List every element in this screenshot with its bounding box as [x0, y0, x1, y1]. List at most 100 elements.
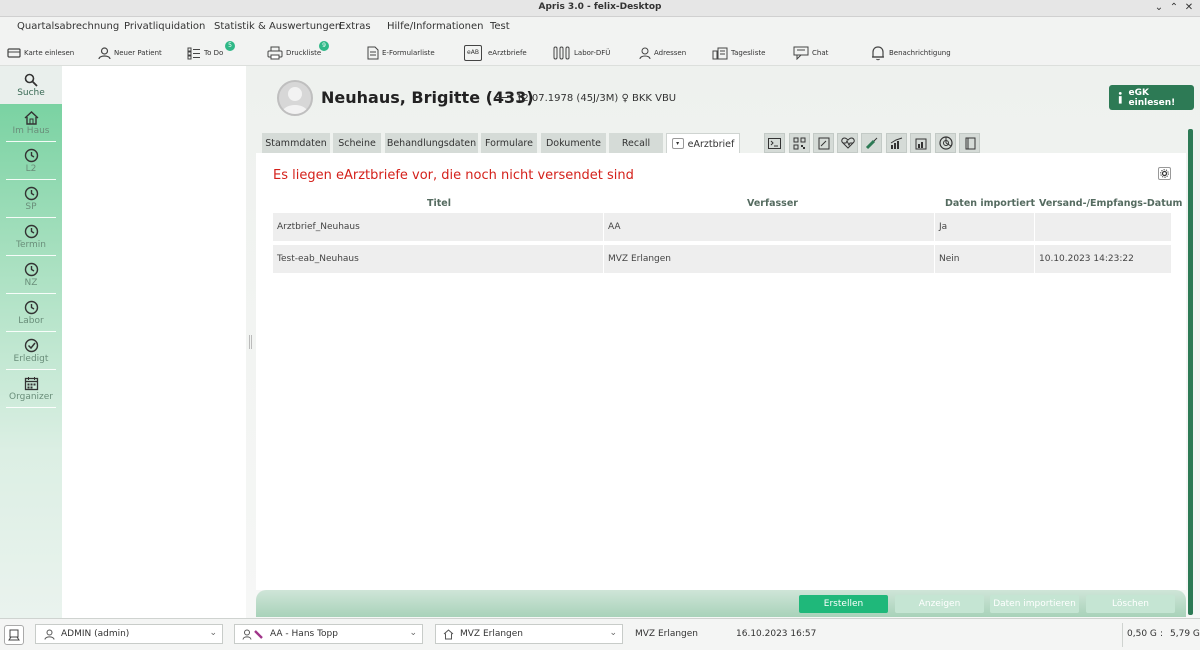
column-header-verfasser[interactable]: Verfasser — [747, 198, 798, 209]
patient-info: 12.07.1978 (45J/3M) ♀ BKK VBU — [516, 93, 677, 104]
card-reader-icon — [7, 48, 21, 58]
table-row[interactable]: Test-eab_Neuhaus MVZ Erlangen Nein 10.10… — [273, 245, 1171, 273]
pie-chart-icon[interactable] — [935, 133, 956, 153]
patient-separator: — — [496, 90, 509, 105]
nav-label: Im Haus — [12, 126, 50, 136]
nav-nz[interactable]: NZ — [0, 256, 62, 294]
tab-behandlungsdaten[interactable]: Behandlungsdaten — [385, 133, 478, 154]
nav-suche[interactable]: Suche — [0, 66, 62, 104]
window-titlebar: Apris 3.0 - felix-Desktop ⌄ ⌃ ✕ — [0, 0, 1200, 17]
clock-icon — [24, 300, 38, 315]
clock-icon — [24, 186, 38, 201]
search-results-panel — [62, 66, 246, 618]
tab-earztbrief[interactable]: ▾ eArztbrief — [666, 133, 740, 155]
doctor-icon — [242, 629, 263, 640]
minimize-icon[interactable]: ⌄ — [1152, 1, 1166, 15]
notebook-icon[interactable] — [959, 133, 980, 153]
menu-test[interactable]: Test — [490, 21, 510, 32]
toolbar-neuer-patient[interactable]: Neuer Patient — [98, 42, 162, 64]
cell-titel: Test-eab_Neuhaus — [273, 245, 603, 273]
current-datetime: 16.10.2023 16:57 — [736, 629, 817, 639]
card-info-icon — [1118, 91, 1122, 104]
memory-total: 5,79 G — [1170, 629, 1200, 639]
toolbar-label: Labor-DFÜ — [574, 49, 611, 57]
maximize-icon[interactable]: ⌃ — [1167, 1, 1181, 15]
tab-stammdaten[interactable]: Stammdaten — [262, 133, 330, 154]
printer-icon — [267, 46, 283, 60]
clipboard-chart-icon[interactable] — [910, 133, 931, 153]
egk-einlesen-button[interactable]: eGK einlesen! — [1109, 85, 1194, 110]
toolbar-e-formularliste[interactable]: E-Formularliste — [367, 42, 435, 64]
toolbar-label: Chat — [812, 49, 829, 57]
location-select[interactable]: MVZ Erlangen ⌄ — [435, 624, 623, 644]
todo-count-badge: 5 — [225, 41, 235, 51]
workstation-icon[interactable] — [4, 625, 24, 645]
menu-statistik[interactable]: Statistik & Auswertungen — [214, 21, 341, 32]
toolbar-karte-einlesen[interactable]: Karte einlesen — [7, 42, 74, 64]
syringe-icon[interactable] — [861, 133, 882, 153]
house-icon — [24, 111, 38, 125]
clock-icon — [24, 224, 38, 239]
toolbar-todo[interactable]: To Do 5 — [187, 41, 235, 64]
daten-importieren-button[interactable]: Daten importieren — [990, 595, 1079, 613]
toolbar-label: Druckliste — [286, 49, 322, 57]
nav-termin[interactable]: Termin — [0, 218, 62, 256]
todo-list-icon — [187, 47, 200, 59]
tab-label: eArztbrief — [687, 139, 735, 150]
menu-privatliquidation[interactable]: Privatliquidation — [124, 21, 205, 32]
bell-icon — [872, 46, 884, 61]
toolbar-chat[interactable]: Chat — [793, 42, 828, 64]
nav-label: Termin — [15, 240, 47, 250]
check-circle-icon — [24, 338, 38, 353]
loeschen-button[interactable]: Löschen — [1086, 595, 1175, 613]
user-select[interactable]: ADMIN (admin) ⌄ — [35, 624, 223, 644]
memory-used: 0,50 G — [1127, 629, 1157, 639]
heart-pulse-icon[interactable] — [837, 133, 858, 153]
document-edit-icon[interactable] — [813, 133, 834, 153]
gear-icon[interactable] — [1158, 167, 1171, 180]
terminal-icon[interactable] — [764, 133, 785, 153]
doctor-value: AA - Hans Topp — [270, 629, 338, 639]
search-icon — [24, 73, 38, 87]
menu-hilfe[interactable]: Hilfe/Informationen — [387, 21, 484, 32]
column-header-daten-importiert[interactable]: Daten importiert — [945, 198, 1035, 209]
nav-sp[interactable]: SP — [0, 180, 62, 218]
chart-growth-icon[interactable] — [886, 133, 907, 153]
qr-code-icon[interactable] — [789, 133, 810, 153]
nav-label: Erledigt — [13, 354, 49, 364]
nav-erledigt[interactable]: Erledigt — [0, 332, 62, 370]
chevron-down-icon: ⌄ — [409, 628, 417, 638]
tab-recall[interactable]: Recall — [609, 133, 663, 154]
tab-scheine[interactable]: Scheine — [333, 133, 381, 154]
table-row[interactable]: Arztbrief_Neuhaus AA Ja — [273, 213, 1171, 241]
nav-labor[interactable]: Labor — [0, 294, 62, 332]
cell-versand-datum — [1035, 213, 1171, 241]
nav-l2[interactable]: L2 — [0, 142, 62, 180]
doctor-select[interactable]: AA - Hans Topp ⌄ — [234, 624, 423, 644]
toolbar-adressen[interactable]: Adressen — [639, 42, 686, 64]
menu-extras[interactable]: Extras — [339, 21, 371, 32]
chat-icon — [793, 46, 809, 60]
erstellen-button[interactable]: Erstellen — [799, 595, 888, 613]
nav-im-haus[interactable]: Im Haus — [0, 104, 62, 142]
cell-verfasser: AA — [604, 213, 934, 241]
nav-organizer[interactable]: Organizer — [0, 370, 62, 408]
cell-titel: Arztbrief_Neuhaus — [273, 213, 603, 241]
clock-icon — [24, 148, 38, 163]
close-icon[interactable]: ✕ — [1182, 1, 1196, 15]
anzeigen-button[interactable]: Anzeigen — [895, 595, 984, 613]
tab-dokumente[interactable]: Dokumente — [541, 133, 606, 154]
chevron-down-icon[interactable]: ▾ — [671, 138, 684, 149]
vertical-scrollbar[interactable] — [1188, 129, 1193, 615]
toolbar-tagesliste[interactable]: Tagesliste — [712, 42, 765, 64]
menu-quartalsabrechnung[interactable]: Quartalsabrechnung — [17, 21, 119, 32]
toolbar-labor-dfu[interactable]: Labor-DFÜ — [553, 42, 610, 64]
form-icon — [367, 46, 379, 60]
splitter-handle[interactable] — [249, 335, 252, 349]
column-header-versand-datum[interactable]: Versand-/Empfangs-Datum — [1039, 198, 1182, 209]
column-header-titel[interactable]: Titel — [427, 198, 451, 209]
toolbar-benachrichtigung[interactable]: Benachrichtigung — [870, 42, 951, 64]
toolbar-druckliste[interactable]: Druckliste 9 — [267, 41, 329, 64]
tab-formulare[interactable]: Formulare — [481, 133, 537, 154]
toolbar-earztbriefe[interactable]: eAB eArztbriefe — [464, 42, 527, 64]
